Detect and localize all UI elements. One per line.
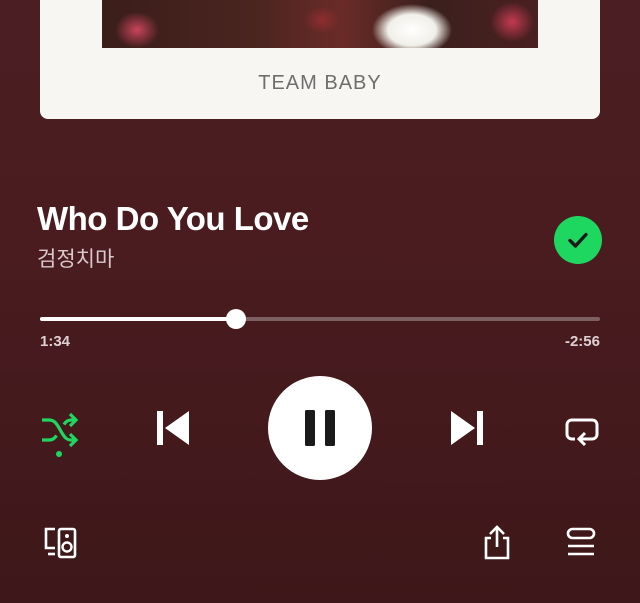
skip-previous-icon <box>157 411 189 445</box>
devices-icon <box>44 527 77 559</box>
track-title[interactable]: Who Do You Love <box>37 200 309 238</box>
check-icon <box>568 232 588 248</box>
repeat-button[interactable] <box>559 407 605 453</box>
shuffle-icon <box>42 412 79 448</box>
share-icon <box>484 525 510 560</box>
pause-button[interactable] <box>268 376 372 480</box>
connect-devices-button[interactable] <box>40 522 80 562</box>
liked-button[interactable] <box>554 216 602 264</box>
progress-bar[interactable] <box>40 309 600 329</box>
skip-next-icon <box>451 411 483 445</box>
remaining-time: -2:56 <box>564 333 600 350</box>
next-button[interactable] <box>444 405 490 451</box>
album-art-image <box>102 0 538 48</box>
queue-button[interactable] <box>561 522 601 562</box>
pause-icon <box>305 410 335 446</box>
track-artist[interactable]: 검정치마 <box>37 243 114 273</box>
album-caption: TEAM BABY <box>258 72 382 94</box>
album-art-card: TEAM BABY <box>40 0 600 119</box>
progress-handle[interactable] <box>226 309 246 329</box>
shuffle-button[interactable] <box>36 407 82 453</box>
repeat-icon <box>565 418 599 447</box>
progress-fill <box>40 317 236 321</box>
elapsed-time: 1:34 <box>40 333 71 350</box>
share-button[interactable] <box>477 522 517 562</box>
queue-icon <box>566 527 596 556</box>
previous-button[interactable] <box>150 405 196 451</box>
shuffle-active-indicator <box>56 451 62 457</box>
